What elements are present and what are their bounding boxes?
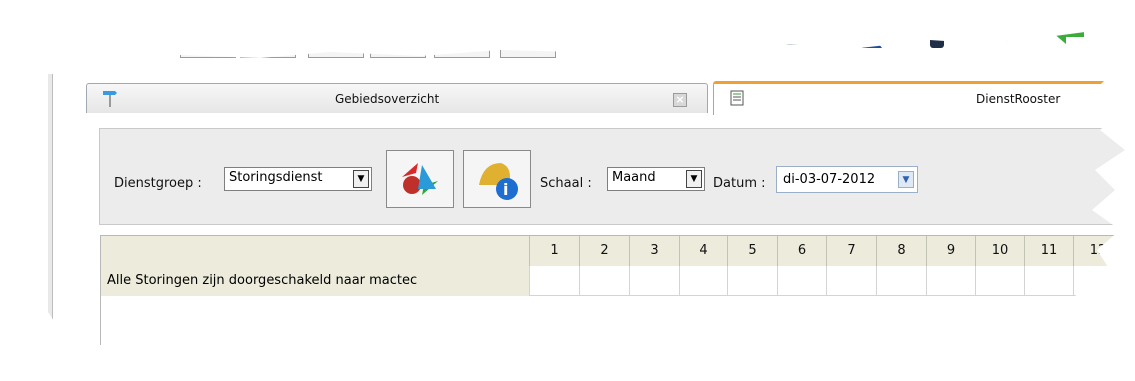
datum-picker[interactable]: di-03-07-2012 ▼ (776, 166, 918, 193)
day-cell[interactable] (629, 266, 679, 296)
database-button[interactable] (634, 32, 690, 58)
bell-info-icon: i (479, 163, 518, 200)
column-header: 9 (926, 236, 975, 266)
column-header: 7 (826, 236, 876, 266)
day-cell[interactable] (975, 266, 1024, 296)
tab-label: DienstRooster (976, 92, 1061, 106)
chevron-down-icon: ▼ (353, 170, 369, 188)
server-arrow-button[interactable] (572, 32, 628, 58)
close-icon[interactable]: × (673, 93, 687, 107)
chart-icon (55, 32, 89, 47)
column-header: 3 (629, 236, 679, 266)
filter-panel: Dienstgroep : Storingsdienst ▼ i Schaal … (99, 128, 1125, 225)
day-cell[interactable] (826, 266, 876, 296)
shapes-refresh-icon (402, 163, 438, 195)
chevron-down-icon: ▼ (686, 170, 702, 188)
route-icon (783, 32, 817, 45)
tab-dienstrooster[interactable]: DienstRooster (713, 81, 1125, 115)
row-label: Alle Storingen zijn doorgeschakeld naar … (101, 266, 529, 296)
app-window: i Gebiedsoverzicht × DienstRooster Diens… (0, 32, 1125, 360)
open-book-button[interactable] (180, 32, 236, 58)
column-header: 5 (727, 236, 777, 266)
tab-bar: Gebiedsoverzicht × DienstRooster (86, 81, 1125, 115)
signpost-icon (103, 91, 117, 107)
roster-grid: 1 2 3 4 5 6 7 8 9 10 11 12 Alle Storinge… (100, 235, 1125, 345)
day-cell[interactable] (679, 266, 727, 296)
column-header: 11 (1024, 236, 1073, 266)
column-header: 4 (679, 236, 727, 266)
schaal-select[interactable]: Maand ▼ (607, 167, 705, 191)
data-columns-icon (710, 32, 740, 46)
column-header: 12 (1073, 236, 1122, 266)
windows-icon (251, 32, 285, 49)
schedule-list-icon (730, 90, 744, 106)
day-cell[interactable] (1073, 266, 1122, 296)
grid-header: 1 2 3 4 5 6 7 8 9 10 11 12 (101, 235, 1125, 266)
column-header: 1 (529, 236, 579, 266)
left-panel-edge (48, 74, 53, 360)
mobile-icon (930, 32, 944, 48)
tab-gebiedsoverzicht[interactable]: Gebiedsoverzicht × (86, 83, 708, 113)
dienstgroep-value: Storingsdienst (229, 170, 323, 185)
chart-button[interactable] (44, 32, 100, 58)
day-cell[interactable] (727, 266, 777, 296)
users-button[interactable] (838, 32, 894, 58)
phone-icon (384, 32, 412, 46)
datum-value: di-03-07-2012 (783, 172, 876, 187)
bell-info-button[interactable]: i (434, 32, 490, 58)
mobile-button[interactable] (910, 32, 966, 58)
dienstgroep-label: Dienstgroep : (114, 176, 202, 191)
day-cell[interactable] (579, 266, 629, 296)
schedule-button[interactable] (308, 32, 364, 58)
column-header: 6 (777, 236, 826, 266)
schedule-list-icon (321, 32, 351, 49)
refresh-shapes-button[interactable] (386, 150, 454, 208)
data-columns-button[interactable] (698, 32, 754, 58)
svg-text:i: i (503, 180, 508, 199)
book-edit-icon (122, 32, 151, 48)
back-arrow-icon (1052, 32, 1084, 44)
route-button[interactable] (772, 32, 828, 58)
open-book-icon (191, 32, 225, 47)
svg-text:i: i (467, 34, 471, 49)
day-cell[interactable] (529, 266, 579, 296)
datum-label: Datum : (713, 176, 766, 191)
users-icon (850, 32, 882, 48)
main-toolbar: i (0, 32, 1125, 72)
day-cell[interactable] (1024, 266, 1073, 296)
signpost-icon (526, 32, 530, 50)
settings-bell-button[interactable] (970, 32, 1026, 58)
tab-label: Gebiedsoverzicht (335, 92, 440, 106)
day-cell[interactable] (926, 266, 975, 296)
server-arrow-icon (584, 32, 616, 44)
chevron-down-icon[interactable]: ▼ (898, 171, 914, 188)
column-header: 2 (579, 236, 629, 266)
database-icon (648, 32, 678, 46)
bell-info-icon: i (448, 32, 479, 49)
signpost-button[interactable] (500, 32, 556, 58)
day-cell[interactable] (777, 266, 826, 296)
windows-button[interactable] (240, 32, 296, 58)
day-cell[interactable] (876, 266, 926, 296)
table-row[interactable]: Alle Storingen zijn doorgeschakeld naar … (101, 266, 1125, 296)
schaal-value: Maand (612, 170, 656, 185)
column-header: 8 (876, 236, 926, 266)
dienstgroep-select[interactable]: Storingsdienst ▼ (224, 167, 372, 191)
bell-info-action-button[interactable]: i (463, 150, 531, 208)
column-header: 10 (975, 236, 1024, 266)
phone-button[interactable] (370, 32, 426, 58)
book-edit-button[interactable] (106, 32, 162, 58)
schaal-label: Schaal : (540, 176, 592, 191)
settings-bell-icon (984, 32, 1014, 42)
back-button[interactable] (1040, 32, 1096, 58)
